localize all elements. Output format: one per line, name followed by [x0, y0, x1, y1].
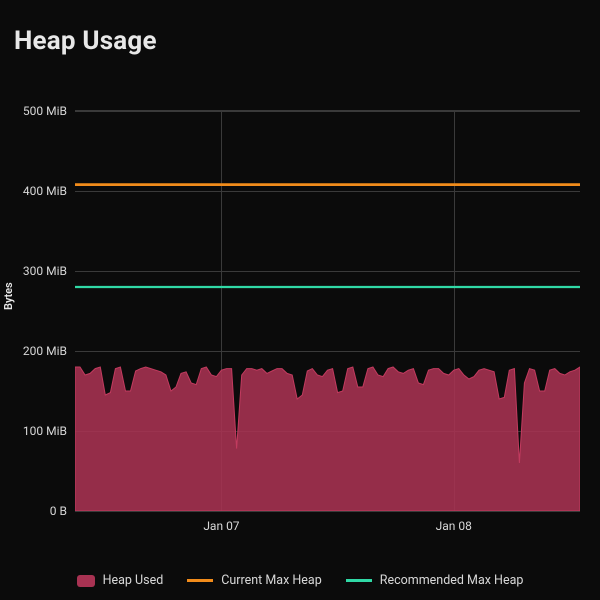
- x-tick-label: Jan 08: [436, 519, 472, 533]
- series-heap-used: [75, 367, 580, 511]
- page-title: Heap Usage: [14, 26, 157, 56]
- y-tick-label: 100 MiB: [23, 424, 67, 438]
- legend-item-heap-used: Heap Used: [77, 573, 164, 588]
- swatch-heap-used-icon: [77, 575, 95, 587]
- chart-legend: Heap Used Current Max Heap Recommended M…: [0, 573, 600, 588]
- heap-usage-panel: Heap Usage Bytes 0 B100 MiB200 MiB300 Mi…: [0, 0, 600, 600]
- legend-item-recommended-max: Recommended Max Heap: [346, 573, 524, 588]
- y-tick-label: 300 MiB: [23, 264, 67, 278]
- y-tick-label: 200 MiB: [23, 344, 67, 358]
- y-tick-label: 400 MiB: [23, 184, 67, 198]
- y-tick-label: 500 MiB: [23, 104, 67, 118]
- swatch-recommended-max-icon: [346, 579, 372, 582]
- legend-item-current-max: Current Max Heap: [187, 573, 321, 588]
- y-axis-label: Bytes: [2, 282, 15, 310]
- swatch-current-max-icon: [187, 579, 213, 582]
- legend-label: Heap Used: [103, 573, 164, 588]
- y-tick-label: 0 B: [50, 504, 67, 518]
- chart-svg: [75, 111, 580, 511]
- legend-label: Current Max Heap: [221, 573, 321, 588]
- legend-label: Recommended Max Heap: [380, 573, 524, 588]
- gridline: [75, 511, 580, 512]
- chart-plot-area[interactable]: 0 B100 MiB200 MiB300 MiB400 MiB500 MiBJa…: [75, 110, 580, 511]
- x-tick-label: Jan 07: [203, 519, 239, 533]
